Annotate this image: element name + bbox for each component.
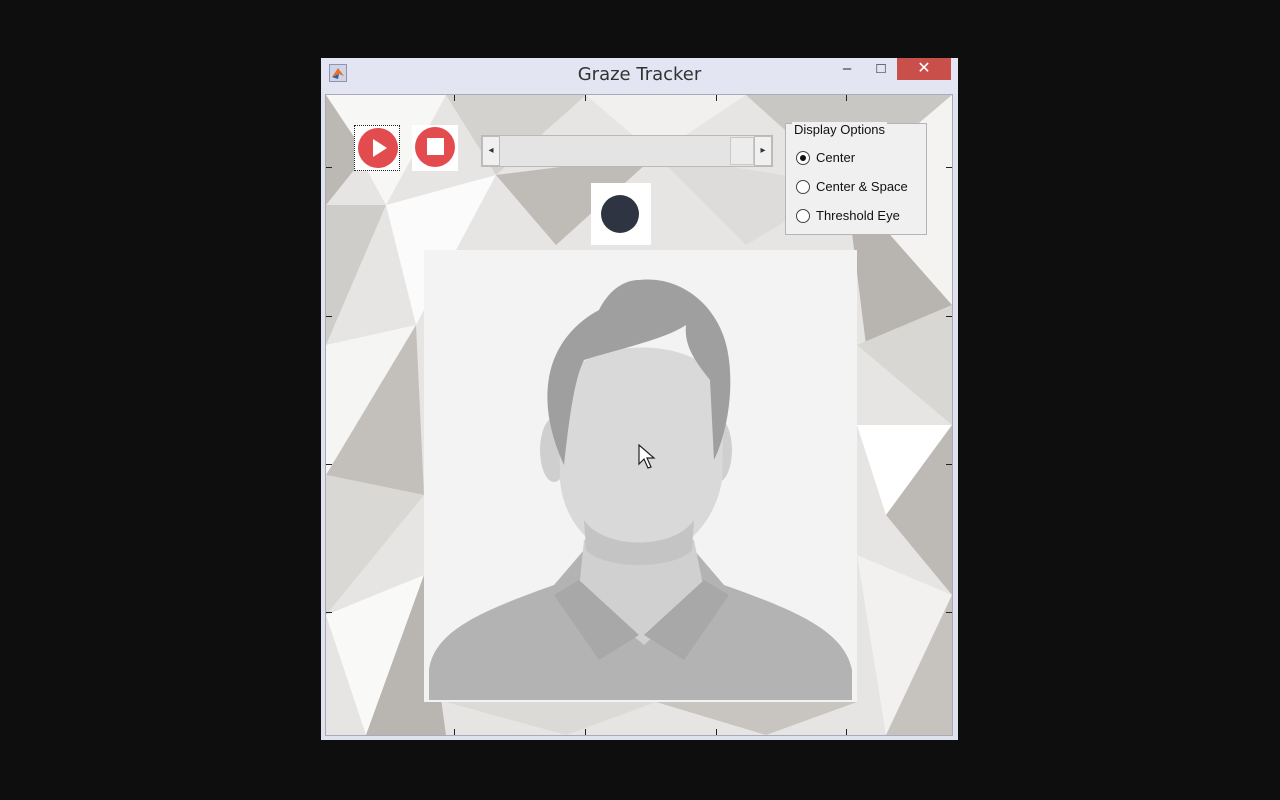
play-icon [358, 128, 398, 168]
option-label: Center & Space [816, 179, 908, 194]
user-avatar-placeholder [429, 279, 852, 700]
maximize-button[interactable]: □ [869, 58, 893, 80]
axis-tick [946, 167, 952, 168]
stop-icon [415, 127, 455, 167]
app-window: Graze Tracker ‒ □ ✕ ◂ ▸ Display Options … [321, 58, 958, 740]
axis-tick [454, 95, 455, 101]
axis-tick [326, 464, 332, 465]
window-title: Graze Tracker [577, 64, 702, 85]
figure-canvas: ◂ ▸ Display Options Center Center & Spac… [325, 94, 953, 736]
axis-tick [946, 612, 952, 613]
axis-tick [846, 729, 847, 735]
tracking-indicator [591, 183, 651, 245]
radio-button[interactable] [796, 209, 810, 223]
axis-tick [946, 464, 952, 465]
axis-tick [326, 316, 332, 317]
axis-tick [454, 729, 455, 735]
tracking-indicator-dot [601, 195, 639, 233]
slider-left-arrow[interactable]: ◂ [482, 136, 500, 166]
axis-tick [946, 316, 952, 317]
title-bar[interactable]: Graze Tracker ‒ □ ✕ [321, 58, 958, 94]
axis-tick [716, 729, 717, 735]
mouse-cursor-icon [638, 444, 656, 469]
panel-title: Display Options [792, 122, 888, 137]
axis-tick [585, 729, 586, 735]
axis-tick [846, 95, 847, 101]
slider-thumb[interactable] [730, 137, 754, 165]
axis-tick [716, 95, 717, 101]
video-frame [424, 250, 857, 702]
option-label: Threshold Eye [816, 208, 900, 223]
frame-slider[interactable]: ◂ ▸ [481, 135, 773, 167]
radio-button[interactable] [796, 151, 810, 165]
minimize-button[interactable]: ‒ [835, 58, 859, 80]
axis-tick [326, 612, 332, 613]
close-button[interactable]: ✕ [897, 58, 951, 80]
display-options-panel: Display Options Center Center & Space Th… [785, 122, 927, 235]
axis-tick [326, 167, 332, 168]
option-label: Center [816, 150, 856, 165]
radio-button[interactable] [796, 180, 810, 194]
stop-button[interactable] [412, 125, 458, 171]
axis-tick [585, 95, 586, 101]
play-button[interactable] [354, 125, 400, 171]
slider-right-arrow[interactable]: ▸ [754, 136, 772, 166]
